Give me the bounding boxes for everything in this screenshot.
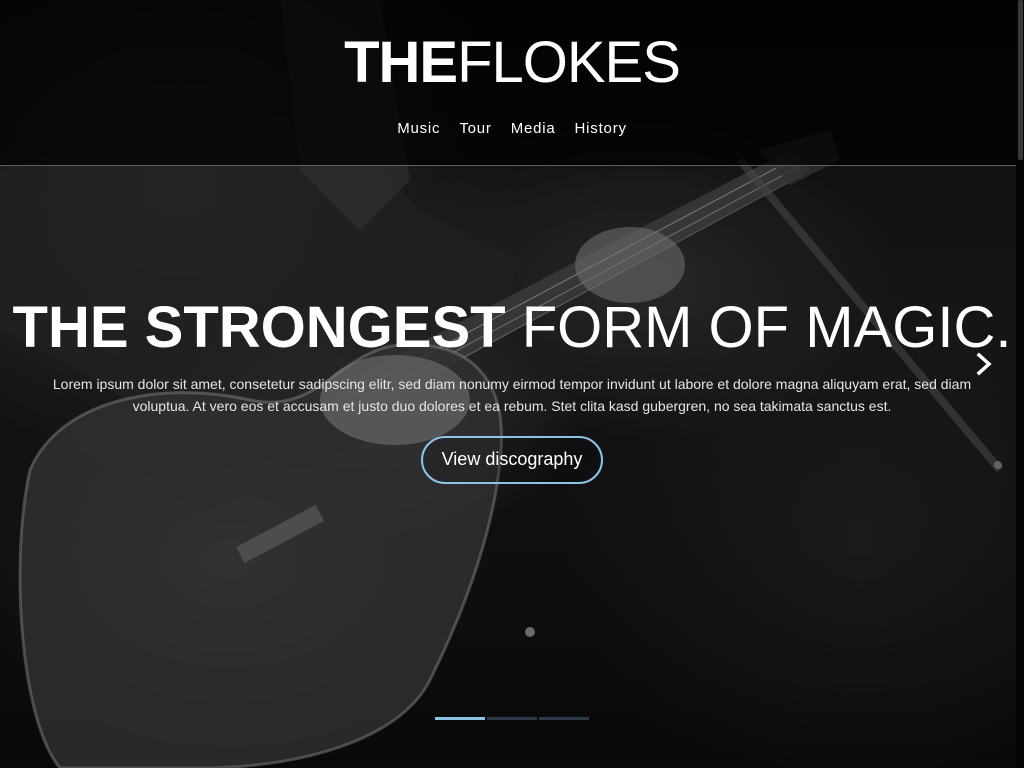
slider-pagination xyxy=(435,717,589,720)
nav-item-history[interactable]: History xyxy=(575,120,627,137)
hero-headline: THE STRONGEST FORM OF MAGIC. xyxy=(0,296,1024,360)
scrollbar-thumb[interactable] xyxy=(1018,0,1023,160)
hero-headline-light: FORM OF MAGIC. xyxy=(521,295,1012,360)
site-logo[interactable]: THEFLOKES xyxy=(0,30,1024,96)
slide-indicator-2[interactable] xyxy=(487,717,537,720)
hero-description-line-1: Lorem ipsum dolor sit amet, consetetur s… xyxy=(52,376,972,392)
nav-item-media[interactable]: Media xyxy=(511,120,556,137)
slide-indicator-1[interactable] xyxy=(435,717,485,720)
logo-light-text: FLOKES xyxy=(457,30,681,95)
page-scrollbar[interactable] xyxy=(1016,0,1024,768)
logo-bold-text: THE xyxy=(344,30,458,95)
chevron-right-icon[interactable] xyxy=(972,350,996,378)
view-discography-button[interactable]: View discography xyxy=(421,436,603,484)
slide-indicator-3[interactable] xyxy=(539,717,589,720)
nav-item-music[interactable]: Music xyxy=(397,120,440,137)
site-header: THEFLOKES Music Tour Media History xyxy=(0,0,1024,166)
hero-headline-bold: THE STRONGEST xyxy=(12,295,506,360)
main-nav: Music Tour Media History xyxy=(0,120,1024,137)
hero-description-line-2: voluptua. At vero eos et accusam et just… xyxy=(132,398,892,414)
hero-description: Lorem ipsum dolor sit amet, consetetur s… xyxy=(40,373,984,417)
nav-item-tour[interactable]: Tour xyxy=(459,120,491,137)
